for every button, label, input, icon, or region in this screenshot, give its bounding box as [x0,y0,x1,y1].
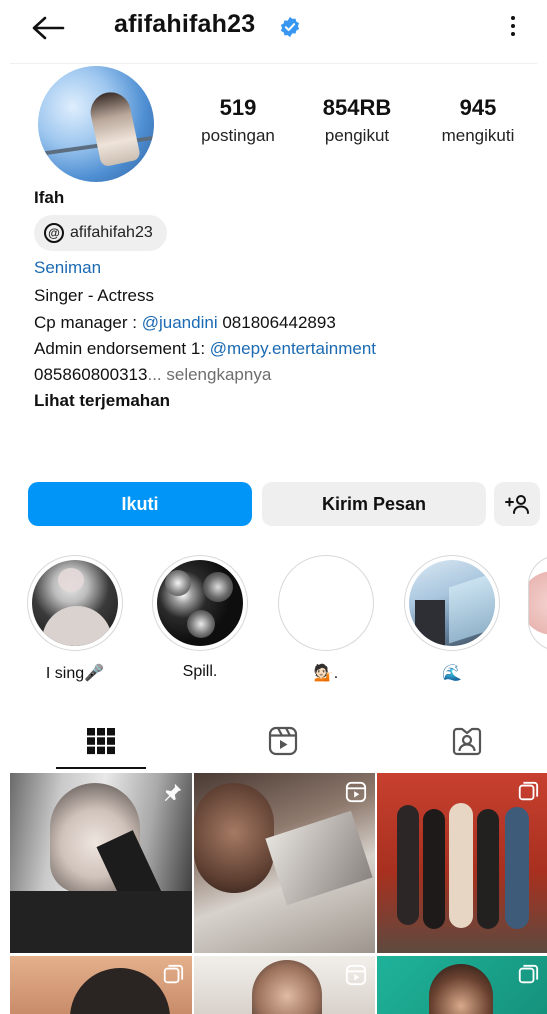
stat-following[interactable]: 945 mengikuti [430,95,526,146]
tab-reels[interactable] [192,712,374,770]
highlight-ring [27,555,123,651]
post-thumbnail[interactable] [377,773,547,953]
reel-badge-icon [345,781,367,803]
post-thumbnail[interactable] [10,956,192,1014]
top-bar: afifahifah23 [0,0,547,56]
highlight-label: 💁🏻. [313,665,339,682]
stat-posts[interactable]: 519 postingan [193,95,283,146]
followers-count: 854RB [322,95,392,120]
carousel-icon [518,964,539,984]
threads-handle: afifahifah23 [70,224,153,241]
threads-link-chip[interactable]: @ afifahifah23 [34,215,167,251]
highlight-cover [32,560,118,646]
highlight-ring [278,555,374,651]
bio-text: Cp manager : [34,313,142,332]
highlight-item[interactable]: 💁🏻. [278,555,374,683]
post-thumbnail[interactable] [194,956,375,1014]
bio-line-4: 085860800313... selengkapnya [34,365,271,385]
more-options-icon[interactable] [501,10,525,42]
carousel-icon [518,781,539,801]
suggested-users-button[interactable] [494,482,540,526]
profile-avatar[interactable] [38,66,154,182]
post-thumbnail[interactable] [10,773,192,953]
back-arrow-icon[interactable] [28,10,68,46]
reels-icon [268,726,298,756]
posts-count: 519 [219,95,257,120]
highlight-cover [283,560,369,646]
grid-icon [87,728,115,755]
see-more-link[interactable]: ... selengkapnya [147,365,271,384]
bio-line-3: Admin endorsement 1: @mepy.entertainment [34,339,376,359]
header-divider [10,63,537,64]
followers-label: pengikut [324,126,390,145]
post-thumbnail[interactable] [194,773,375,953]
highlight-cover [157,560,243,646]
profile-category[interactable]: Seniman [34,258,101,278]
bio-phone: 081806442893 [217,313,336,332]
message-button[interactable]: Kirim Pesan [262,482,486,526]
see-translation-link[interactable]: Lihat terjemahan [34,391,170,411]
add-person-icon [505,495,529,514]
following-count: 945 [459,95,497,120]
tab-tagged[interactable] [376,712,547,770]
highlight-cover [409,560,495,646]
profile-name: Ifah [34,188,65,207]
highlight-label: I sing🎤 [45,665,105,682]
bio-line-2: Cp manager : @juandini 081806442893 [34,313,336,333]
pinned-icon [164,783,182,802]
threads-icon: @ [44,223,64,243]
profile-tabs [0,712,547,770]
bio-text: Admin endorsement 1: [34,339,210,358]
stat-followers[interactable]: 854RB pengikut [312,95,402,146]
following-label: mengikuti [441,126,515,145]
post-thumbnail[interactable] [377,956,547,1014]
tab-posts[interactable] [10,712,192,770]
carousel-icon [163,964,184,984]
highlight-item[interactable]: I sing🎤 [27,555,123,683]
bio-line-1: Singer - Actress [34,286,154,305]
highlight-ring [152,555,248,651]
profile-username: afifahifah23 [114,10,256,38]
posts-label: postingan [201,126,275,145]
active-tab-indicator [56,767,146,769]
bio-phone: 085860800313 [34,365,148,384]
highlight-item[interactable]: 🌊 [404,555,500,683]
highlight-label: 🌊 [442,665,462,682]
tagged-icon [452,727,482,756]
mention-link[interactable]: @juandini [142,313,218,332]
mention-link[interactable]: @mepy.entertainment [210,339,376,358]
highlight-ring [404,555,500,651]
verified-badge-icon [280,16,300,38]
reel-badge-icon [345,964,367,986]
highlight-label: Spill. [182,663,218,680]
highlight-item-partial[interactable] [528,555,547,651]
follow-button[interactable]: Ikuti [28,482,252,526]
highlight-item[interactable]: Spill. [152,555,248,681]
